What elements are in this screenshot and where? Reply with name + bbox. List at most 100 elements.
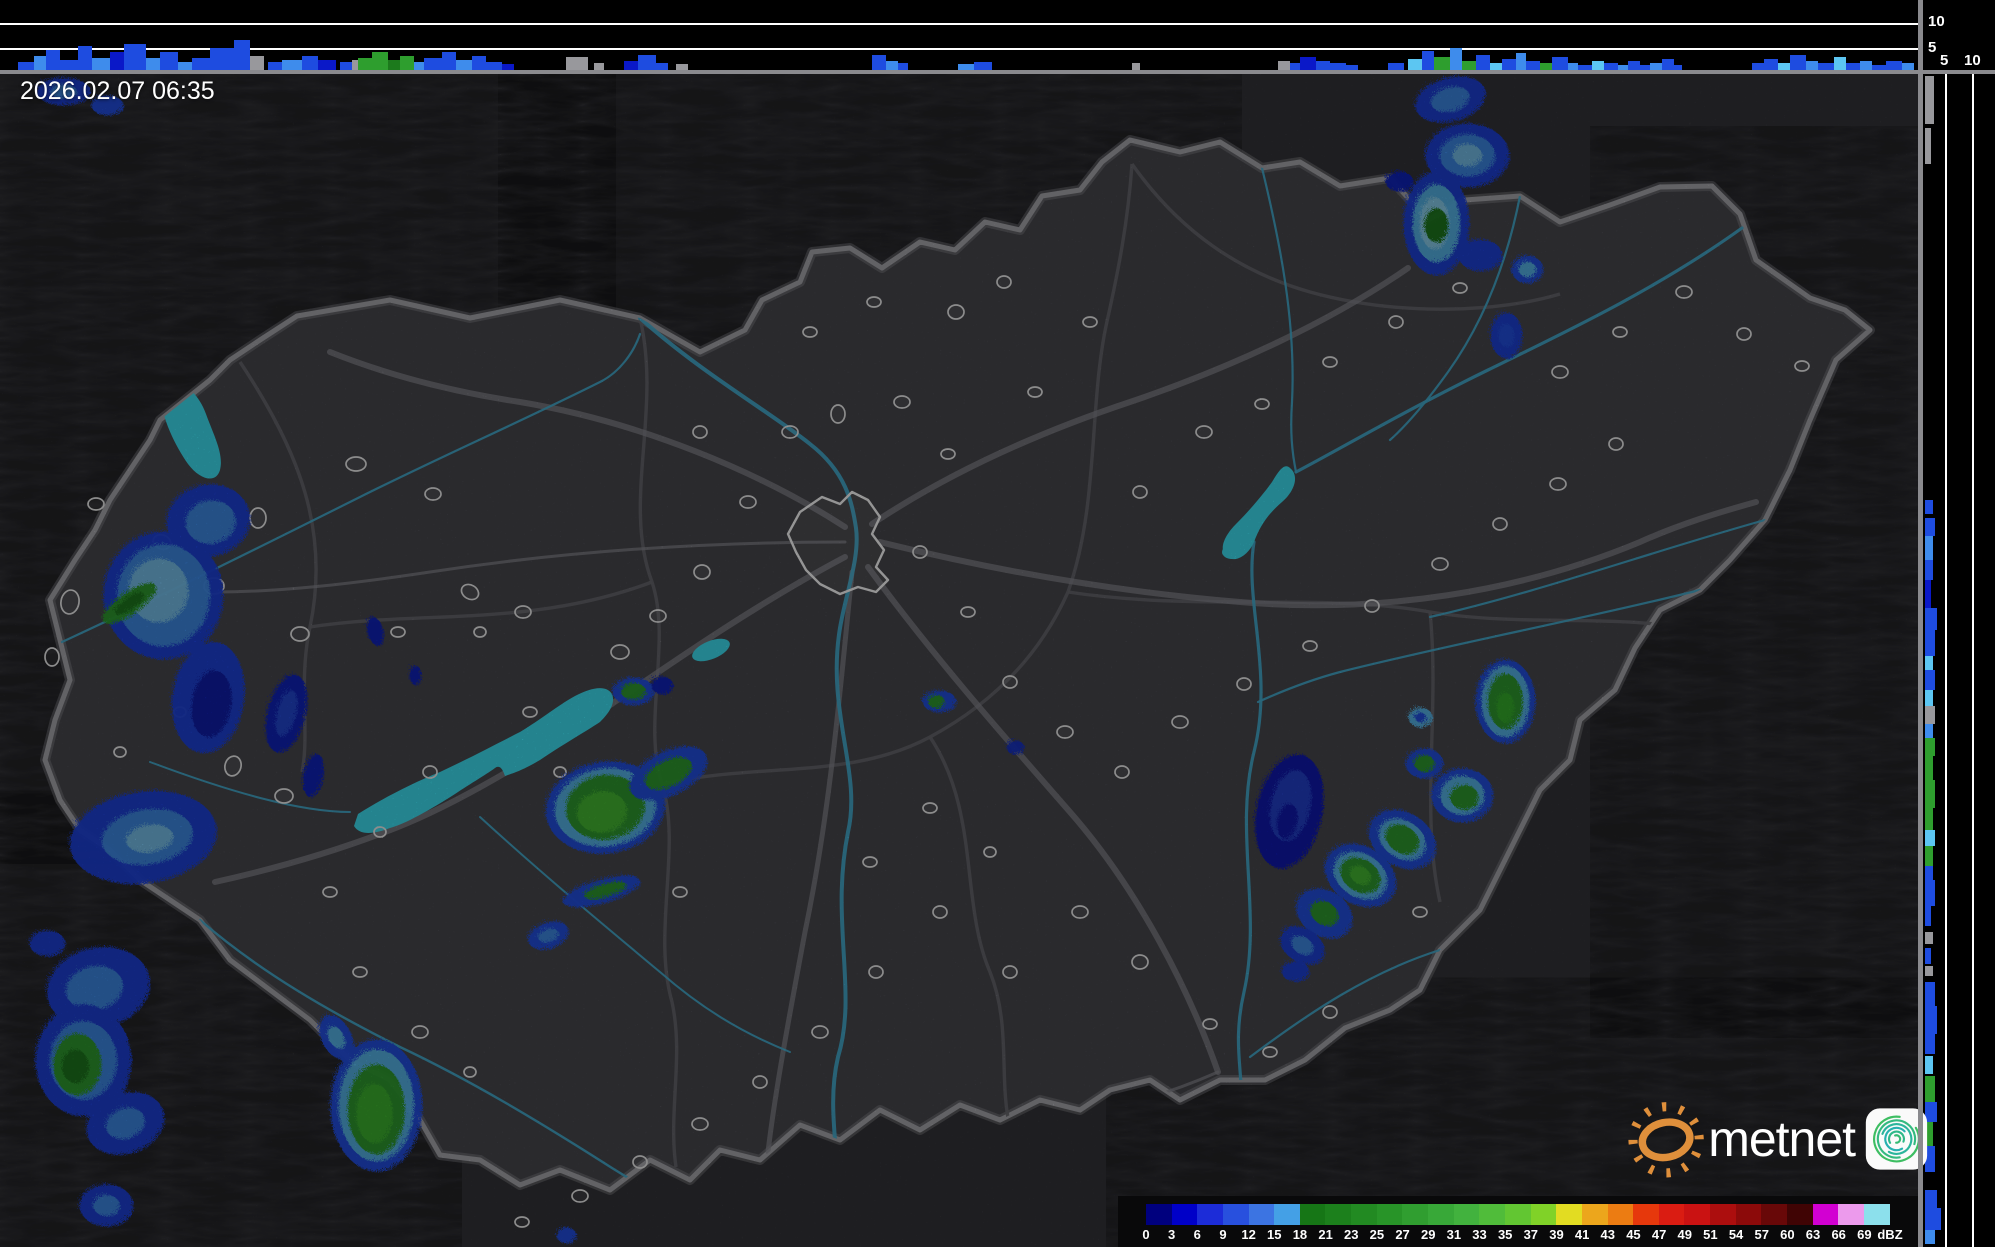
echo-height-bar [282,60,302,70]
echo-height-bar [1925,1006,1937,1034]
echo-height-bar [1925,982,1935,1006]
echo-height-bar [268,62,282,70]
legend-tick-label: 69 [1857,1227,1872,1242]
horizontal-separator [0,70,1995,74]
echo-height-bar [1925,1230,1935,1244]
legend-color-cell [1658,1204,1685,1225]
echo-height-bar [1540,63,1552,70]
echo-height-bar [1925,630,1935,656]
radar-composite-app: Magyar Kompozit CMax / VMax 2026.02.07 0… [0,0,1995,1247]
echo-height-bar [372,52,388,70]
echo-height-bar [1925,76,1934,124]
echo-height-bar [872,55,886,70]
vmax-right-projection-panel: 10 5 5 10 [1923,0,1995,1247]
echo-height-bar [358,58,372,70]
echo-height-bar [178,62,192,70]
echo-height-bar [1476,55,1490,70]
legend-color-cell [1376,1204,1403,1225]
echo-height-bar [1662,59,1674,70]
dbz-colorbar [1146,1204,1890,1225]
echo-height-bar [656,63,668,70]
legend-tick-label: 43 [1600,1227,1616,1242]
echo-height-bar [1752,63,1764,70]
echo-height-bar [1925,866,1933,880]
echo-height-bar [1628,61,1640,70]
echo-height-bar [1422,51,1434,70]
legend-color-cell [1222,1204,1249,1225]
echo-height-bar [624,61,638,70]
legend-color-cell [1581,1204,1608,1225]
echo-height-bar [1925,580,1931,608]
legend-color-cell [1812,1204,1839,1225]
echo-height-bar [1300,57,1316,70]
echo-height-bar [1925,966,1933,976]
echo-height-bar [234,40,250,70]
echo-height-bar [1568,63,1578,70]
echo-height-bar [1778,63,1790,70]
echo-height-bar [1925,690,1933,706]
echo-height-bar [1388,63,1404,70]
echo-height-bar [1925,500,1933,514]
echo-height-bar [1925,880,1935,906]
echo-height-bar [1925,948,1931,964]
echo-height-bar [456,60,472,70]
echo-height-bar [124,44,146,70]
echo-height-bar [388,60,400,70]
echo-height-bar [1925,756,1933,780]
legend-color-cell [1248,1204,1275,1225]
echo-height-bar [1604,63,1618,70]
echo-height-bar [1925,1034,1935,1054]
legend-tick-label: 31 [1446,1227,1462,1242]
legend-color-cell [1146,1204,1172,1225]
echo-height-bar [1790,55,1806,70]
legend-tick-label: 12 [1241,1227,1256,1242]
legend-tick-label: 37 [1523,1227,1539,1242]
echo-height-bar [1925,738,1935,756]
echo-height-bar [1925,906,1931,926]
legend-color-cell [1633,1204,1659,1225]
echo-height-bar [92,58,110,70]
right-gridline-10km [1972,74,1974,1247]
legend-color-cell [1787,1204,1813,1225]
echo-height-bar [1925,518,1935,536]
legend-color-cell [1197,1204,1223,1225]
top-gridline-10km [0,23,1918,25]
echo-height-bar [1925,656,1933,670]
vmax-top-projection-panel [0,0,1918,70]
hungary-radar-map[interactable] [0,72,1920,1247]
echo-height-bar [1925,608,1937,630]
legend-tick-label: 29 [1420,1227,1436,1242]
echo-height-bar [1450,48,1462,70]
legend-tick-label: 41 [1574,1227,1590,1242]
echo-height-bar [60,60,78,70]
echo-height-bar [1860,61,1872,70]
echo-height-bar [1925,1056,1933,1074]
echo-height-bar [424,58,442,70]
legend-tick-label: 33 [1472,1227,1487,1242]
echo-height-bar [1330,63,1346,70]
timestamp: 2026.02.07 06:35 [20,77,215,105]
echo-height-bar [1886,61,1902,70]
echo-height-bar [1408,59,1422,70]
legend-color-cell [1402,1204,1429,1225]
legend-color-cell [1761,1204,1788,1225]
dbz-labels: 0 3 6 9 12 15 18 21 23 25 27 29 31 33 35 37 39 41 43 45 47 49… [1142,1227,1906,1245]
dbz-legend: 0 3 6 9 12 15 18 21 23 25 27 29 31 33 35 37 39 41 43 45 47 49… [1118,1196,1918,1247]
legend-tick-label: 39 [1549,1227,1564,1242]
echo-height-bar [898,63,908,70]
legend-tick-label: 21 [1318,1227,1333,1242]
metnet-wordmark: metnet [1708,1111,1856,1167]
echo-height-bar [414,62,424,70]
echo-height-bar [1925,128,1931,164]
echo-height-bar [1806,61,1818,70]
legend-tick-label: 27 [1395,1227,1410,1242]
legend-tick-label: 25 [1369,1227,1385,1242]
echo-height-bar [1552,57,1568,70]
echo-height-bar [1925,808,1933,830]
top-gridline-5km [0,48,1918,50]
legend-tick-label: 57 [1754,1227,1769,1242]
echo-height-bar [1925,706,1935,724]
legend-color-cell [1863,1204,1890,1225]
metnet-logo: metnet [1628,1092,1928,1186]
legend-color-cell [1607,1204,1634,1225]
